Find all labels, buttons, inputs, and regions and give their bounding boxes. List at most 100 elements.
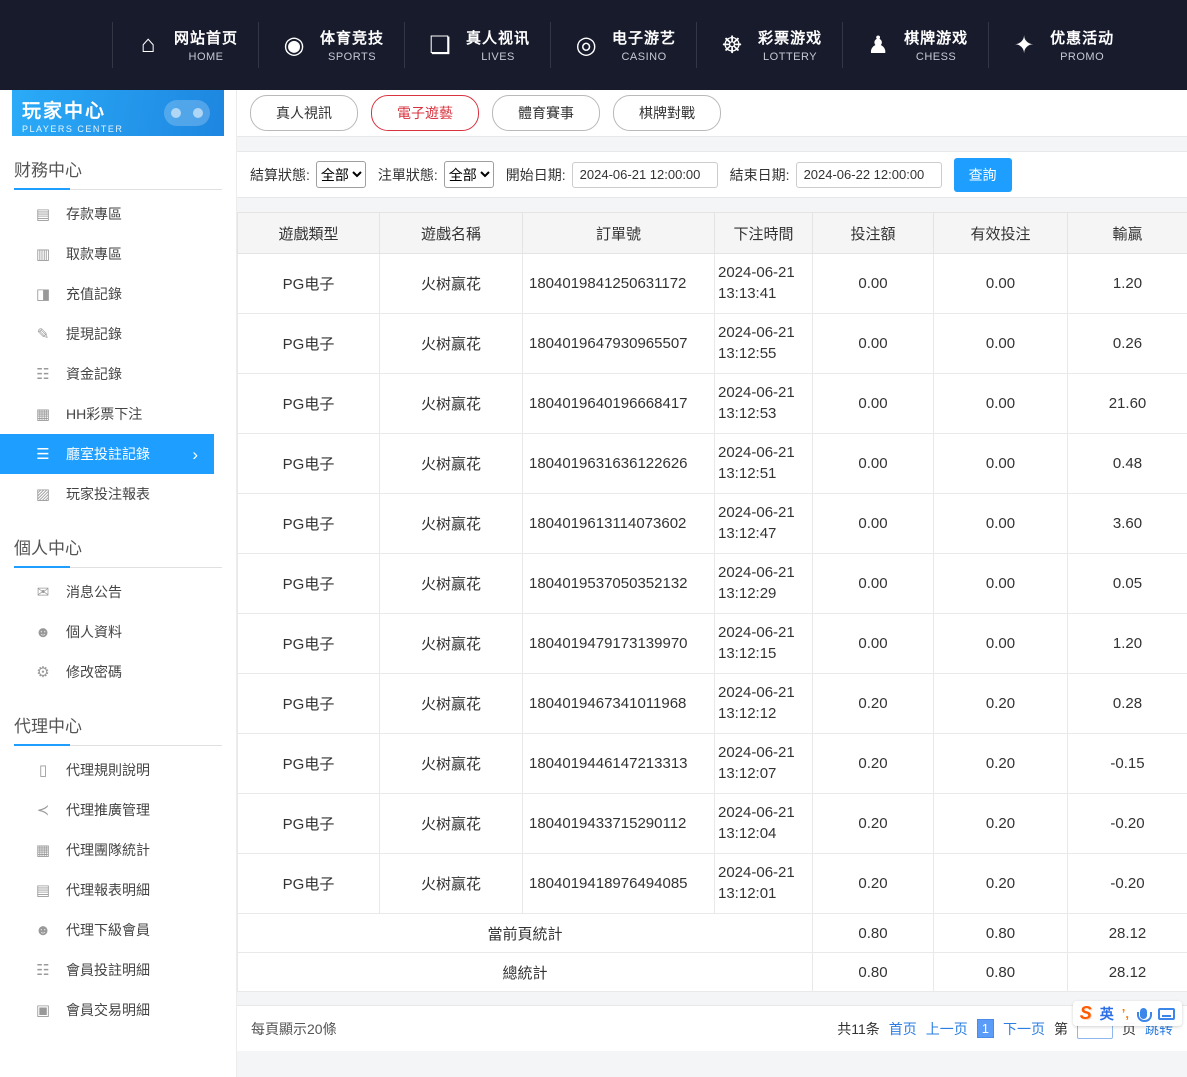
cell-bet-time: 2024-06-21 13:12:29 — [715, 554, 813, 614]
cell-valid-bet: 0.20 — [934, 794, 1068, 854]
cell-valid-bet: 0.20 — [934, 854, 1068, 914]
start-date-input[interactable] — [572, 162, 718, 188]
withdrawal-record-icon: ✎ — [33, 325, 53, 343]
sogou-logo-icon[interactable]: S — [1080, 1003, 1092, 1024]
cell-game-type: PG电子 — [238, 854, 380, 914]
settle-status-select[interactable]: 全部 — [316, 161, 366, 188]
table-row: PG电子 火树赢花 1804019418976494085 2024-06-21… — [238, 854, 1187, 914]
cell-game-name: 火树赢花 — [380, 794, 523, 854]
sidebar-menu-item[interactable]: ▤ 存款專區 › — [0, 194, 236, 234]
tab-button[interactable]: 真人視訊 — [250, 95, 358, 131]
cell-bet-time: 2024-06-21 13:12:55 — [715, 314, 813, 374]
ime-punctuation-toggle[interactable]: ’, — [1122, 1006, 1129, 1021]
nav-item[interactable]: ⌂ 网站首页 HOME — [112, 22, 258, 68]
cell-win-loss: 0.48 — [1068, 434, 1187, 494]
sidebar-menu-item[interactable]: ☷ 資金記錄 › — [0, 354, 236, 394]
bet-date: 2024-06-21 — [718, 743, 811, 763]
bet-date: 2024-06-21 — [718, 683, 811, 703]
cell-game-name: 火树赢花 — [380, 614, 523, 674]
table-row: PG电子 火树赢花 1804019446147213313 2024-06-21… — [238, 734, 1187, 794]
nav-item[interactable]: ☸ 彩票游戏 LOTTERY — [696, 22, 842, 68]
sidebar-menu-item[interactable]: ⚙ 修改密碼 › — [0, 652, 236, 692]
sidebar-menu-item[interactable]: ▦ 代理團隊統計 › — [0, 830, 236, 870]
sidebar-menu-item[interactable]: ☷ 會員投註明細 › — [0, 950, 236, 990]
tab-button[interactable]: 電子遊藝 — [371, 95, 479, 131]
sidebar-menu-item[interactable]: ✎ 提現記錄 › — [0, 314, 236, 354]
nav-label-zh: 网站首页 — [174, 27, 238, 48]
nav-label-zh: 彩票游戏 — [758, 27, 822, 48]
order-status-select[interactable]: 全部 — [444, 161, 494, 188]
microphone-icon[interactable] — [1140, 1008, 1147, 1019]
sidebar-menu-item[interactable]: ▦ HH彩票下注 › — [0, 394, 236, 434]
gear-icon: ⚙ — [33, 663, 53, 681]
cell-win-loss: 0.05 — [1068, 554, 1187, 614]
keyboard-icon[interactable] — [1158, 1008, 1175, 1020]
sidebar-menu-item[interactable]: ☻ 代理下級會員 › — [0, 910, 236, 950]
sports-ball-icon: ◉ — [279, 31, 309, 60]
end-date-input[interactable] — [796, 162, 942, 188]
cell-bet-amount: 0.00 — [813, 374, 934, 434]
table-row: PG电子 火树赢花 1804019537050352132 2024-06-21… — [238, 554, 1187, 614]
cell-bet-time: 2024-06-21 13:12:12 — [715, 674, 813, 734]
cell-game-name: 火树赢花 — [380, 854, 523, 914]
bet-detail-icon: ☷ — [33, 961, 53, 979]
tab-button[interactable]: 體育賽事 — [492, 95, 600, 131]
nav-item[interactable]: ♟ 棋牌游戏 CHESS — [842, 22, 988, 68]
cell-win-loss: 1.20 — [1068, 614, 1187, 674]
sidebar-menu-item[interactable]: ☻ 個人資料 › — [0, 612, 236, 652]
cell-game-name: 火树赢花 — [380, 374, 523, 434]
cell-bet-time: 2024-06-21 13:13:41 — [715, 254, 813, 314]
cell-bet-time: 2024-06-21 13:12:53 — [715, 374, 813, 434]
sogou-ime-bar: S 英 ’, — [1073, 1001, 1182, 1026]
nav-label-zh: 优惠活动 — [1050, 27, 1114, 48]
total-summary-label: 總統計 — [238, 953, 813, 992]
column-header: 投注額 — [813, 213, 934, 254]
table-row: PG电子 火树赢花 1804019613114073602 2024-06-21… — [238, 494, 1187, 554]
bet-date: 2024-06-21 — [718, 563, 811, 583]
sidebar-menu-item[interactable]: ◨ 充值記錄 › — [0, 274, 236, 314]
cell-game-name: 火树赢花 — [380, 554, 523, 614]
nav-item[interactable]: ◎ 电子游艺 CASINO — [550, 22, 696, 68]
nav-item[interactable]: ❏ 真人视讯 LIVES — [404, 22, 550, 68]
bet-clock: 13:12:04 — [718, 824, 811, 844]
sidebar-menu-item[interactable]: ▣ 會員交易明細 › — [0, 990, 236, 1030]
sidebar-menu-item[interactable]: ✉ 消息公告 › — [0, 572, 236, 612]
nav-label-en: LIVES — [466, 51, 530, 63]
settle-status-group: 結算狀態: 全部 — [250, 161, 366, 188]
bet-clock: 13:12:29 — [718, 584, 811, 604]
cell-valid-bet: 0.00 — [934, 494, 1068, 554]
ime-language-toggle[interactable]: 英 — [1100, 1004, 1114, 1024]
cell-order-number: 1804019841250631172 — [523, 254, 715, 314]
cell-bet-amount: 0.20 — [813, 794, 934, 854]
end-date-group: 結束日期: — [730, 162, 942, 188]
page-summary-bet: 0.80 — [813, 914, 934, 953]
nav-item[interactable]: ✦ 优惠活动 PROMO — [988, 22, 1134, 68]
sidebar-menu-item[interactable]: ▯ 代理規則說明 › — [0, 750, 236, 790]
cell-bet-amount: 0.00 — [813, 314, 934, 374]
sidebar-menu-item[interactable]: ▥ 取款專區 › — [0, 234, 236, 274]
top-navigation: ⌂ 网站首页 HOME ◉ 体育竞技 SPORTS ❏ 真人视讯 LIVES — [0, 0, 1187, 90]
sidebar-menu-item[interactable]: ▨ 玩家投注報表 › — [0, 474, 236, 514]
cell-win-loss: 0.26 — [1068, 314, 1187, 374]
prev-page-link[interactable]: 上一页 — [926, 1019, 968, 1039]
bet-date: 2024-06-21 — [718, 803, 811, 823]
tab-button[interactable]: 棋牌對戰 — [613, 95, 721, 131]
section-personal: 個人中心 ✉ 消息公告 › ☻ 個人資料 › ⚙ 修改密碼 › — [0, 524, 236, 692]
menu-item-label: 代理下級會員 — [66, 920, 150, 940]
next-page-link[interactable]: 下一页 — [1003, 1019, 1045, 1039]
menu-item-label: 提現記錄 — [66, 324, 122, 344]
menu-item-label: 會員交易明細 — [66, 1000, 150, 1020]
cards-icon: ❏ — [425, 31, 455, 60]
sidebar-menu-item[interactable]: ☰ 廳室投註記錄 › — [0, 434, 214, 474]
cell-order-number: 1804019613114073602 — [523, 494, 715, 554]
sidebar-menu-item[interactable]: ▤ 代理報表明細 › — [0, 870, 236, 910]
cell-game-type: PG电子 — [238, 314, 380, 374]
current-page-button[interactable]: 1 — [977, 1019, 994, 1038]
cell-order-number: 1804019479173139970 — [523, 614, 715, 674]
table-header-row: 遊戲類型 遊戲名稱 訂單號 下注時間 投注額 有效投注 輸贏 — [238, 213, 1187, 254]
cell-order-number: 1804019433715290112 — [523, 794, 715, 854]
search-button[interactable]: 查詢 — [954, 158, 1012, 192]
sidebar-menu-item[interactable]: ≺ 代理推廣管理 › — [0, 790, 236, 830]
nav-item[interactable]: ◉ 体育竞技 SPORTS — [258, 22, 404, 68]
first-page-link[interactable]: 首页 — [889, 1019, 917, 1039]
